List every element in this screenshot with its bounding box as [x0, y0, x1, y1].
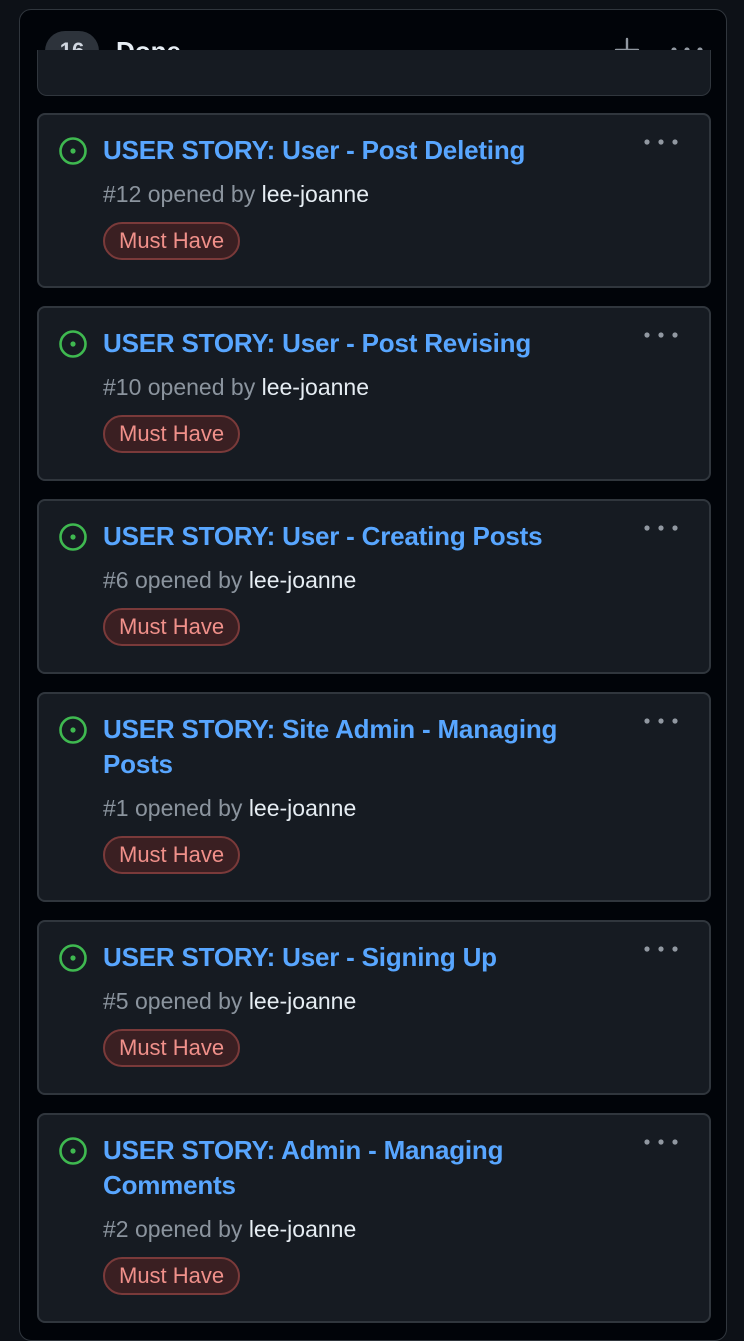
issue-meta: #2 opened by lee-joanne	[103, 1213, 619, 1245]
opened-by-text: opened by	[134, 1216, 243, 1242]
card-menu-icon[interactable]	[641, 324, 681, 346]
author-link[interactable]: lee-joanne	[249, 567, 356, 593]
opened-by-text: opened by	[134, 567, 243, 593]
opened-by-text: opened by	[147, 181, 256, 207]
issue-card[interactable]: USER STORY: Site Admin - Managing Posts …	[37, 692, 711, 902]
issue-open-icon	[59, 523, 87, 551]
issue-title-link[interactable]: USER STORY: User - Creating Posts	[103, 519, 619, 554]
card-menu-icon[interactable]	[641, 938, 681, 960]
issue-card[interactable]: USER STORY: User - Creating Posts #6 ope…	[37, 499, 711, 674]
card-list: USER STORY: User - Post Deleting #12 ope…	[37, 113, 711, 1340]
issue-number: #5	[103, 988, 129, 1014]
opened-by-text: opened by	[134, 988, 243, 1014]
issue-number: #6	[103, 567, 129, 593]
issue-title-link[interactable]: USER STORY: Site Admin - Managing Posts	[103, 712, 619, 782]
issue-card[interactable]: USER STORY: Admin - Managing Comments #2…	[37, 1113, 711, 1323]
issue-number: #1	[103, 795, 129, 821]
issue-meta: #5 opened by lee-joanne	[103, 985, 619, 1017]
issue-meta: #1 opened by lee-joanne	[103, 792, 619, 824]
opened-by-text: opened by	[134, 795, 243, 821]
done-column: 16 Done USER STORY: User - Post Deleting…	[19, 9, 727, 1341]
author-link[interactable]: lee-joanne	[249, 795, 356, 821]
issue-open-icon	[59, 1137, 87, 1165]
opened-by-text: opened by	[147, 374, 256, 400]
card-menu-icon[interactable]	[641, 131, 681, 153]
label-must-have[interactable]: Must Have	[103, 608, 241, 646]
issue-title-link[interactable]: USER STORY: User - Signing Up	[103, 940, 619, 975]
author-link[interactable]: lee-joanne	[249, 988, 356, 1014]
issue-number: #2	[103, 1216, 129, 1242]
author-link[interactable]: lee-joanne	[249, 1216, 356, 1242]
author-link[interactable]: lee-joanne	[262, 181, 369, 207]
issue-number: #12	[103, 181, 142, 207]
issue-title-link[interactable]: USER STORY: Admin - Managing Comments	[103, 1133, 619, 1203]
partial-card[interactable]	[37, 50, 711, 96]
issue-open-icon	[59, 716, 87, 744]
issue-open-icon	[59, 944, 87, 972]
card-menu-icon[interactable]	[641, 710, 681, 732]
issue-meta: #10 opened by lee-joanne	[103, 371, 619, 403]
card-menu-icon[interactable]	[641, 517, 681, 539]
issue-card[interactable]: USER STORY: User - Signing Up #5 opened …	[37, 920, 711, 1095]
label-must-have[interactable]: Must Have	[103, 836, 241, 874]
label-must-have[interactable]: Must Have	[103, 1029, 241, 1067]
issue-card[interactable]: USER STORY: User - Post Revising #10 ope…	[37, 306, 711, 481]
author-link[interactable]: lee-joanne	[262, 374, 369, 400]
issue-open-icon	[59, 137, 87, 165]
issue-open-icon	[59, 330, 87, 358]
issue-meta: #6 opened by lee-joanne	[103, 564, 619, 596]
label-must-have[interactable]: Must Have	[103, 222, 241, 260]
label-must-have[interactable]: Must Have	[103, 1257, 241, 1295]
issue-title-link[interactable]: USER STORY: User - Post Revising	[103, 326, 619, 361]
card-menu-icon[interactable]	[641, 1131, 681, 1153]
issue-card[interactable]: USER STORY: User - Post Deleting #12 ope…	[37, 113, 711, 288]
issue-number: #10	[103, 374, 142, 400]
label-must-have[interactable]: Must Have	[103, 415, 241, 453]
issue-meta: #12 opened by lee-joanne	[103, 178, 619, 210]
issue-title-link[interactable]: USER STORY: User - Post Deleting	[103, 133, 619, 168]
